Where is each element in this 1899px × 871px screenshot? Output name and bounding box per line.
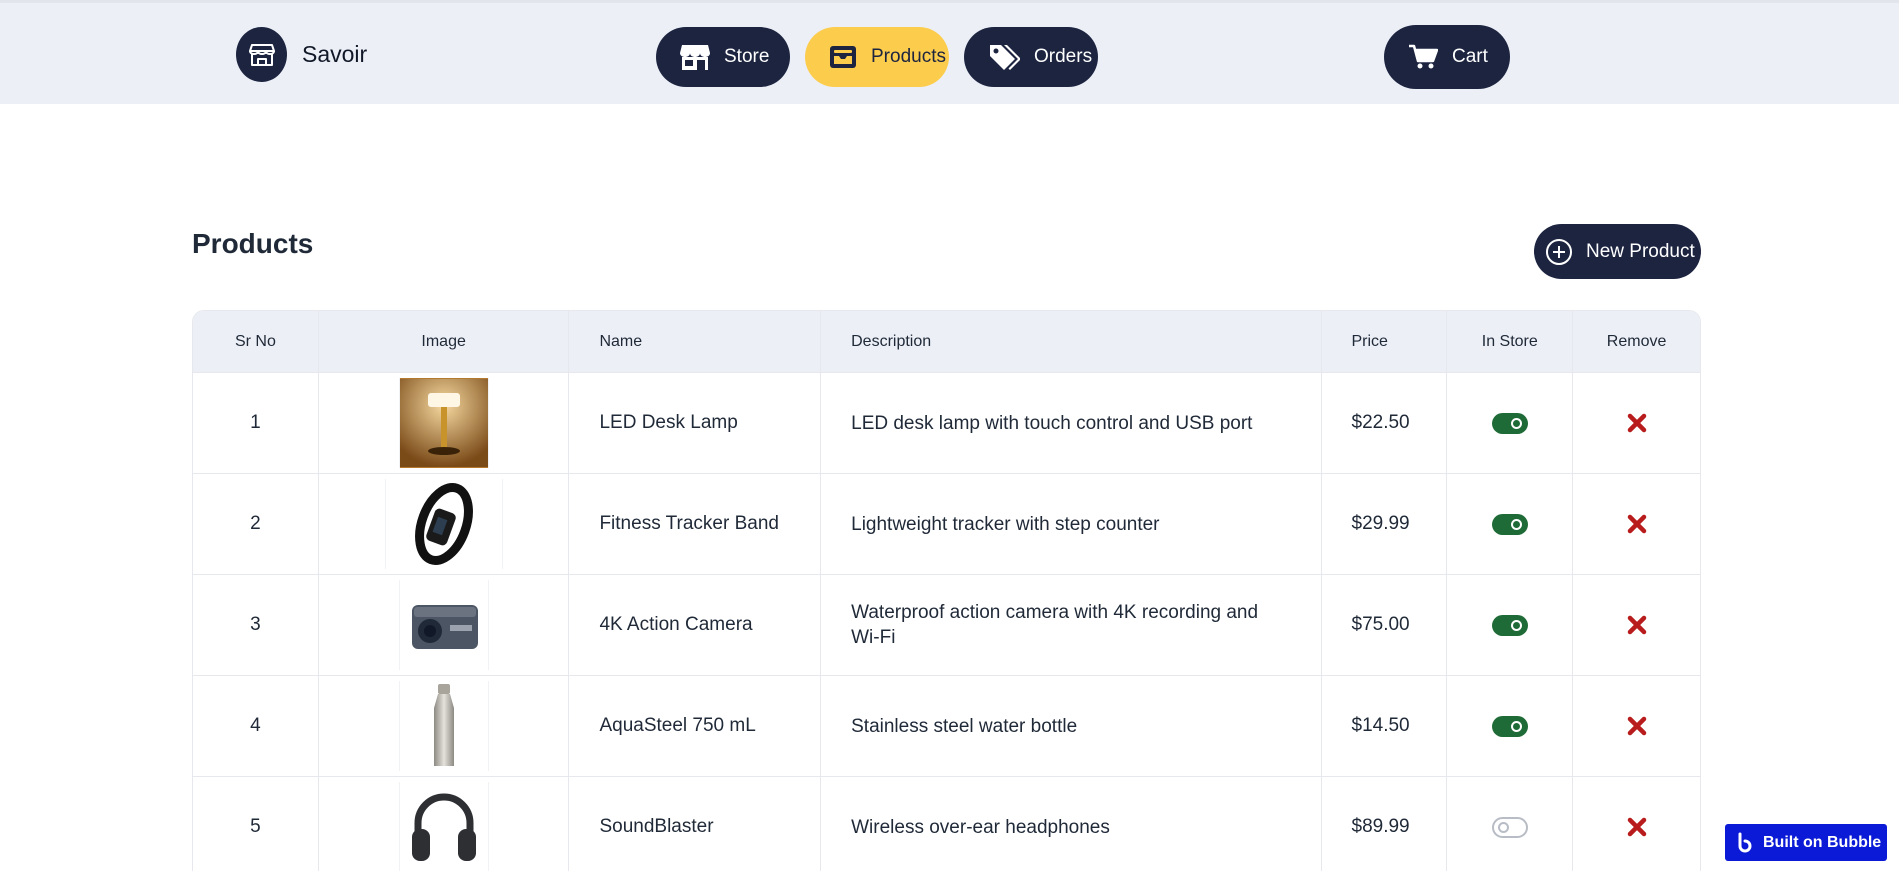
column-header-in-store: In Store <box>1447 311 1574 372</box>
sr-no-cell: 5 <box>193 777 319 871</box>
tags-icon <box>990 45 1020 70</box>
inbox-tray-icon <box>830 46 856 68</box>
remove-cell <box>1573 777 1700 871</box>
in-store-cell <box>1447 474 1574 574</box>
table-row: 3 4K Action Camera Waterproof action cam… <box>193 574 1700 675</box>
nav-store-button[interactable]: Store <box>656 27 790 87</box>
remove-x-icon[interactable] <box>1627 716 1647 736</box>
remove-cell <box>1573 575 1700 675</box>
column-header-description: Description <box>821 311 1322 372</box>
bubble-logo-icon <box>1738 832 1752 852</box>
sr-no-cell: 1 <box>193 373 319 473</box>
table-header-row: Sr No Image Name Description Price In St… <box>193 311 1700 372</box>
in-store-cell <box>1447 575 1574 675</box>
description-cell: Wireless over-ear headphones <box>821 777 1322 871</box>
remove-x-icon[interactable] <box>1627 514 1647 534</box>
in-store-toggle[interactable] <box>1491 614 1528 636</box>
image-cell <box>319 373 570 473</box>
sr-no-cell: 2 <box>193 474 319 574</box>
built-on-bubble-badge[interactable]: Built on Bubble <box>1725 824 1887 861</box>
image-cell <box>319 777 570 871</box>
table-row: 2 Fitness Tracker Band Lightweight track… <box>193 473 1700 574</box>
image-cell <box>319 474 570 574</box>
storefront-icon <box>680 45 710 70</box>
top-navigation-bar: Savoir Store Products Orders Cart <box>0 0 1899 104</box>
description-cell: LED desk lamp with touch control and USB… <box>821 373 1322 473</box>
nav-store-label: Store <box>724 46 770 67</box>
in-store-cell <box>1447 676 1574 776</box>
column-header-price: Price <box>1322 311 1448 372</box>
description-cell: Stainless steel water bottle <box>821 676 1322 776</box>
nav-products-label: Products <box>871 46 946 67</box>
in-store-toggle[interactable] <box>1491 715 1528 737</box>
nav-orders-label: Orders <box>1034 46 1093 67</box>
page-title: Products <box>192 228 314 259</box>
product-name-cell: AquaSteel 750 mL <box>569 676 822 776</box>
in-store-cell <box>1447 777 1574 871</box>
in-store-cell <box>1447 373 1574 473</box>
column-header-remove: Remove <box>1606 332 1667 350</box>
description-cell: Waterproof action camera with 4K recordi… <box>821 575 1322 675</box>
table-row: 1 LED Desk Lamp LED desk lamp with touch… <box>193 372 1700 473</box>
brand[interactable]: Savoir <box>236 27 367 82</box>
remove-x-icon[interactable] <box>1627 817 1647 837</box>
shopping-cart-icon <box>1409 44 1438 69</box>
price-cell: $22.50 <box>1322 373 1448 473</box>
new-product-label: New Product <box>1586 240 1695 262</box>
image-cell <box>319 575 570 675</box>
new-product-button[interactable]: New Product <box>1534 224 1701 279</box>
remove-cell <box>1573 474 1700 574</box>
image-cell <box>319 676 570 776</box>
product-name-cell: 4K Action Camera <box>569 575 822 675</box>
nav-cart-button[interactable]: Cart <box>1384 25 1510 89</box>
headphones-image <box>398 782 489 871</box>
column-header-name: Name <box>569 311 822 372</box>
product-name-cell: Fitness Tracker Band <box>569 474 822 574</box>
nav-cart-label: Cart <box>1452 46 1488 67</box>
plus-circle-icon <box>1546 238 1572 265</box>
description-cell: Lightweight tracker with step counter <box>821 474 1322 574</box>
remove-x-icon[interactable] <box>1627 413 1647 433</box>
water-bottle-image <box>398 681 489 771</box>
column-header-sr-no: Sr No <box>193 311 319 372</box>
built-on-bubble-label: Built on Bubble <box>1763 833 1882 851</box>
fitness-band-image <box>384 479 503 569</box>
brand-name: Savoir <box>302 41 368 67</box>
in-store-toggle[interactable] <box>1491 513 1528 535</box>
table-row: 4 AquaSteel 750 mL Stainless steel water… <box>193 675 1700 776</box>
remove-cell <box>1573 373 1700 473</box>
nav-products-button[interactable]: Products <box>805 27 949 87</box>
in-store-toggle[interactable] <box>1491 412 1528 434</box>
product-name-cell: SoundBlaster <box>569 777 822 871</box>
table-row: 5 SoundBlaster Wireless over-ear headpho… <box>193 776 1700 871</box>
action-camera-image <box>398 580 489 670</box>
desk-lamp-image <box>398 378 489 468</box>
price-cell: $89.99 <box>1322 777 1448 871</box>
nav-orders-button[interactable]: Orders <box>964 27 1098 87</box>
price-cell: $75.00 <box>1322 575 1448 675</box>
products-table: Sr No Image Name Description Price In St… <box>192 310 1701 871</box>
sr-no-cell: 4 <box>193 676 319 776</box>
in-store-toggle[interactable] <box>1491 816 1528 838</box>
column-header-image: Image <box>319 311 570 372</box>
product-name-cell: LED Desk Lamp <box>569 373 822 473</box>
price-cell: $14.50 <box>1322 676 1448 776</box>
store-logo-icon <box>236 27 287 82</box>
sr-no-cell: 3 <box>193 575 319 675</box>
remove-cell <box>1573 676 1700 776</box>
remove-x-icon[interactable] <box>1627 615 1647 635</box>
price-cell: $29.99 <box>1322 474 1448 574</box>
